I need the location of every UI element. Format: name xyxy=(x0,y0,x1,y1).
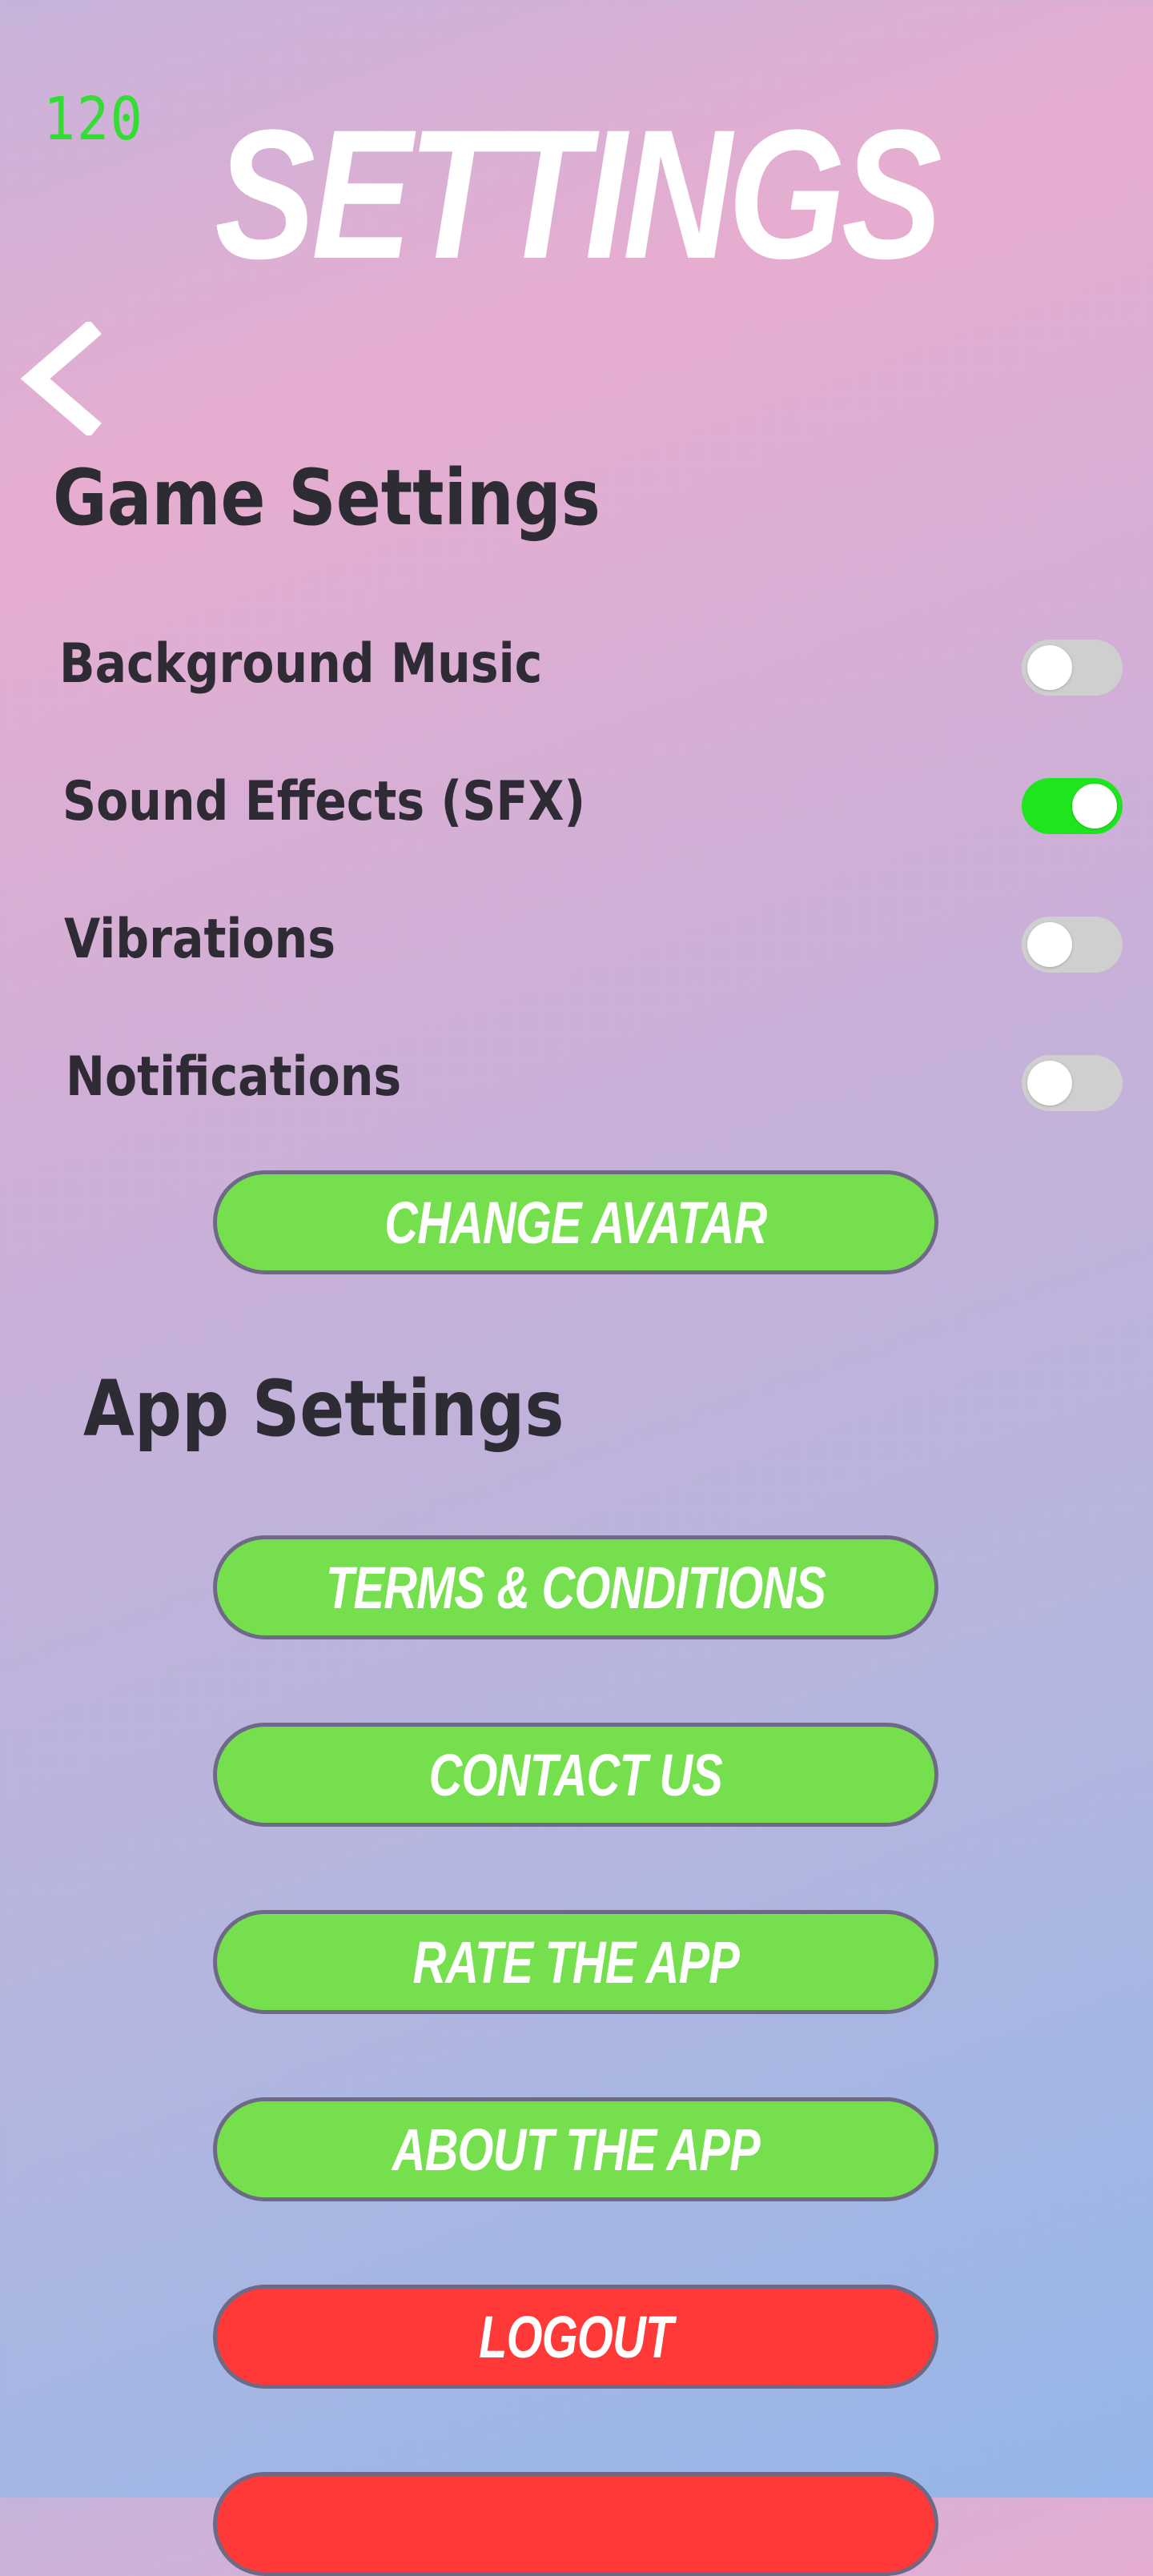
notifications-toggle[interactable] xyxy=(1022,1055,1123,1111)
toggle-knob xyxy=(1072,784,1117,829)
background-music-toggle[interactable] xyxy=(1022,640,1123,696)
background-music-label: Background Music xyxy=(59,632,543,696)
back-button[interactable] xyxy=(14,319,110,438)
change-avatar-label: CHANGE AVATAR xyxy=(384,1189,767,1256)
sound-effects-label: Sound Effects (SFX) xyxy=(62,770,586,833)
sound-effects-toggle[interactable] xyxy=(1022,778,1123,834)
chevron-left-icon xyxy=(20,319,102,438)
delete-account-button[interactable] xyxy=(213,2472,938,2576)
contact-us-label: CONTACT US xyxy=(428,1741,723,1808)
contact-us-button[interactable]: CONTACT US xyxy=(213,1723,938,1827)
vibrations-label: Vibrations xyxy=(64,908,336,971)
rate-app-label: RATE THE APP xyxy=(412,1928,739,1996)
change-avatar-button[interactable]: CHANGE AVATAR xyxy=(213,1170,938,1274)
about-app-button[interactable]: ABOUT THE APP xyxy=(213,2097,938,2201)
terms-conditions-label: TERMS & CONDITIONS xyxy=(325,1554,826,1621)
rate-app-button[interactable]: RATE THE APP xyxy=(213,1910,938,2014)
notifications-label: Notifications xyxy=(66,1045,402,1109)
terms-conditions-button[interactable]: TERMS & CONDITIONS xyxy=(213,1535,938,1639)
about-app-label: ABOUT THE APP xyxy=(392,2116,760,2183)
page-title: SETTINGS xyxy=(215,91,942,297)
logout-button[interactable]: LOGOUT xyxy=(213,2285,938,2389)
toggle-knob xyxy=(1027,922,1072,967)
game-settings-heading: Game Settings xyxy=(53,453,601,543)
app-settings-heading: App Settings xyxy=(83,1364,564,1454)
logout-label: LOGOUT xyxy=(478,2303,673,2370)
toggle-knob xyxy=(1027,645,1072,690)
vibrations-toggle[interactable] xyxy=(1022,917,1123,973)
toggle-knob xyxy=(1027,1061,1072,1105)
